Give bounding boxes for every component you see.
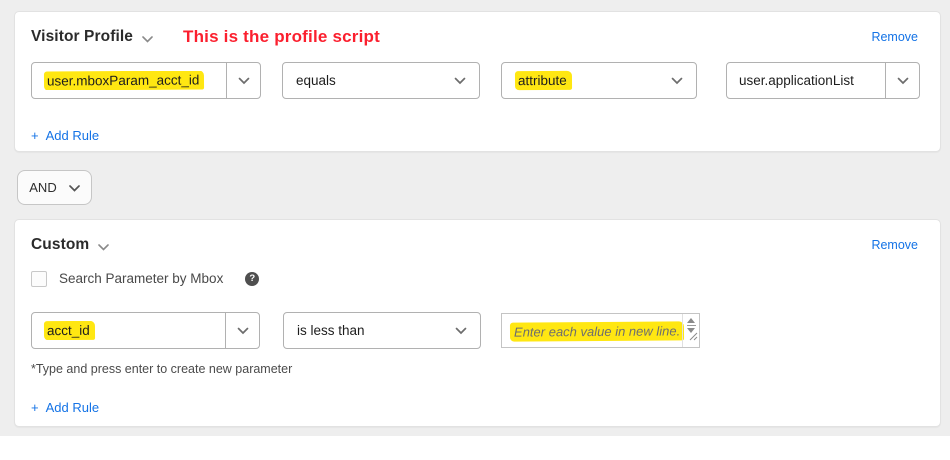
chevron-down-icon [68, 180, 80, 195]
add-rule-label: Add Rule [45, 128, 100, 143]
custom-header: Custom Remove [31, 233, 924, 257]
parameter-combobox-caret[interactable] [226, 63, 260, 98]
profile-script-annotation: This is the profile script [183, 27, 380, 46]
chevron-down-icon [237, 323, 249, 338]
visitor-profile-header: Visitor Profile This is the profile scri… [31, 25, 924, 49]
plus-icon: + [31, 128, 39, 143]
plus-icon: + [31, 400, 39, 415]
search-parameter-checkbox[interactable] [31, 270, 47, 287]
custom-parameter-combobox[interactable]: acct_id [31, 312, 260, 349]
visitor-profile-card: Visitor Profile This is the profile scri… [14, 11, 941, 152]
help-icon[interactable]: ? [245, 271, 260, 286]
chevron-down-icon [238, 73, 250, 88]
target-attribute-combobox[interactable]: user.applicationList [726, 62, 920, 99]
audience-rule-builder: Visitor Profile This is the profile scri… [0, 0, 950, 436]
custom-parameter-value: acct_id [32, 321, 225, 340]
chevron-down-icon [671, 73, 683, 88]
custom-title: Custom [31, 236, 90, 253]
chevron-down-icon[interactable] [98, 238, 110, 256]
parameter-footnote: *Type and press enter to create new para… [31, 362, 293, 376]
custom-rule-row: acct_id is less than Enter each value in… [31, 312, 924, 349]
chevron-down-icon [454, 73, 466, 88]
value-textarea[interactable]: Enter each value in new line. [501, 313, 700, 348]
custom-operator-select[interactable]: is less than [283, 312, 481, 349]
operator-value: equals [296, 73, 336, 88]
remove-visitor-profile-link[interactable]: Remove [871, 30, 918, 44]
value-textarea-placeholder: Enter each value in new line. [509, 321, 685, 342]
add-rule-link[interactable]: + Add Rule [31, 128, 99, 143]
custom-card: Custom Remove Search Parameter by Mbox ?… [14, 219, 941, 427]
operator-select[interactable]: equals [282, 62, 480, 99]
chevron-down-icon[interactable] [142, 30, 153, 48]
parameter-combobox[interactable]: user.mboxParam_acct_id [31, 62, 261, 99]
visitor-profile-rule-row: user.mboxParam_acct_id equals attribute [31, 62, 924, 99]
mbox-checkbox-row: Search Parameter by Mbox ? [31, 270, 924, 287]
custom-add-rule-row: + Add Rule [31, 400, 924, 415]
target-attribute-value: user.applicationList [739, 73, 854, 88]
parameter-value: user.mboxParam_acct_id [32, 71, 226, 90]
visitor-profile-add-rule-row: + Add Rule [31, 128, 924, 143]
visitor-profile-title: Visitor Profile [31, 28, 133, 45]
custom-parameter-caret[interactable] [225, 313, 259, 348]
value-type-select[interactable]: attribute [501, 62, 697, 99]
remove-custom-link[interactable]: Remove [871, 238, 918, 252]
value-type-value: attribute [514, 70, 572, 91]
combiner-label: AND [29, 180, 57, 195]
search-parameter-label: Search Parameter by Mbox [59, 271, 224, 286]
spinner-up-icon[interactable] [687, 318, 695, 323]
chevron-down-icon [455, 323, 467, 338]
resize-handle-icon[interactable] [689, 328, 698, 346]
chevron-down-icon [897, 73, 909, 88]
target-attribute-caret[interactable] [885, 63, 919, 98]
combiner-dropdown[interactable]: AND [17, 170, 92, 205]
custom-operator-value: is less than [297, 323, 365, 338]
add-rule-link[interactable]: + Add Rule [31, 400, 99, 415]
spinner-divider [686, 325, 696, 326]
add-rule-label: Add Rule [45, 400, 100, 415]
